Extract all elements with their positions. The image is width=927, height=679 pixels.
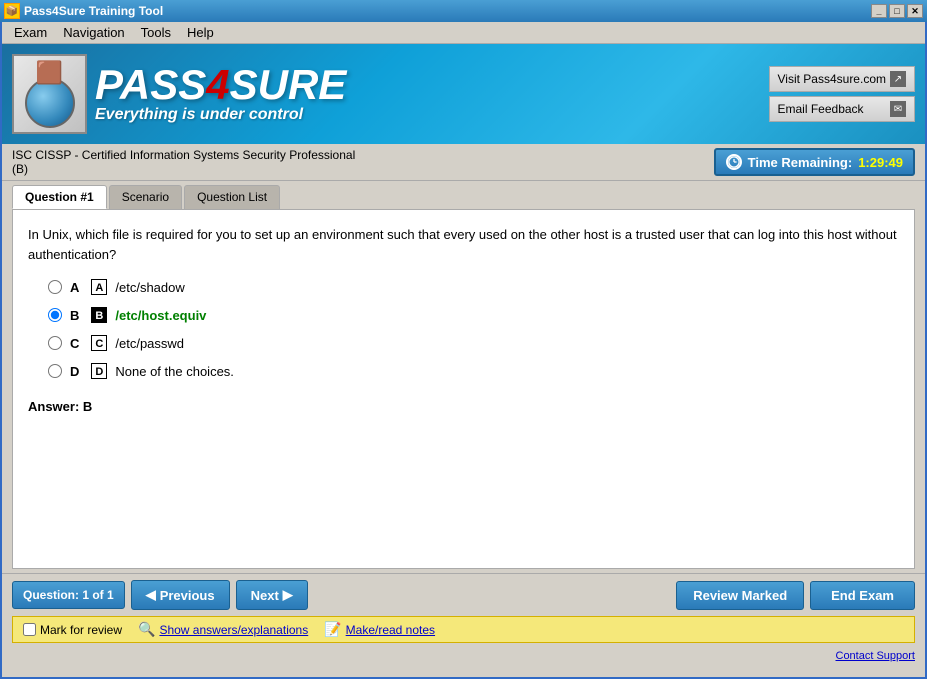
- prev-arrow-icon: ◀: [146, 587, 156, 603]
- mark-checkbox[interactable]: [23, 623, 36, 636]
- brand-sure: SURE: [230, 61, 347, 108]
- logo-box: 📦 🟫: [12, 54, 87, 134]
- external-link-icon: ↗: [890, 71, 906, 87]
- menu-navigation[interactable]: Navigation: [55, 23, 132, 42]
- question-text: In Unix, which file is required for you …: [28, 225, 899, 264]
- brand-name: PASS4SURE: [95, 64, 346, 106]
- minimize-button[interactable]: _: [871, 4, 887, 18]
- option-d-box: D: [91, 363, 107, 379]
- close-button[interactable]: ✕: [907, 4, 923, 18]
- contact-support-link[interactable]: Contact Support: [836, 650, 916, 662]
- exam-info-bar: ISC CISSP - Certified Information System…: [2, 144, 925, 181]
- exam-subtitle: (B): [12, 162, 355, 176]
- titlebar: 📦 Pass4Sure Training Tool _ □ ✕: [0, 0, 927, 22]
- tagline: Everything is under control: [95, 106, 346, 124]
- maximize-button[interactable]: □: [889, 4, 905, 18]
- option-b-box: B: [91, 307, 107, 323]
- mark-for-review-tool[interactable]: Mark for review: [23, 623, 122, 637]
- notes-icon: 📝: [324, 621, 341, 638]
- brand-pass: PASS: [95, 61, 206, 108]
- menu-help[interactable]: Help: [179, 23, 222, 42]
- window-controls: _ □ ✕: [871, 4, 923, 18]
- timer: Time Remaining: 1:29:49: [714, 148, 915, 176]
- app-icon: 📦: [4, 3, 20, 19]
- bottom-nav-bar: Question: 1 of 1 ◀ Previous Next ▶ Revie…: [2, 573, 925, 616]
- tab-bar: Question #1 Scenario Question List: [2, 181, 925, 209]
- email-icon: ✉: [890, 101, 906, 117]
- contact-support-area: Contact Support: [2, 647, 925, 664]
- option-a-box: A: [91, 279, 107, 295]
- visit-label: Visit Pass4sure.com: [778, 72, 887, 86]
- logo-area: 📦 🟫 PASS4SURE Everything is under contro…: [12, 54, 346, 134]
- end-exam-button[interactable]: End Exam: [810, 581, 915, 610]
- question-area: In Unix, which file is required for you …: [12, 209, 915, 569]
- show-answers-icon: 🔍: [138, 621, 155, 638]
- exam-title-area: ISC CISSP - Certified Information System…: [12, 148, 355, 176]
- make-notes-link[interactable]: Make/read notes: [346, 623, 435, 637]
- option-b[interactable]: B B /etc/host.equiv: [48, 307, 899, 323]
- option-c-box: C: [91, 335, 107, 351]
- next-label: Next: [251, 588, 279, 603]
- window-title: Pass4Sure Training Tool: [24, 4, 163, 18]
- option-b-text: /etc/host.equiv: [115, 308, 206, 323]
- menu-tools[interactable]: Tools: [133, 23, 179, 42]
- tab-question[interactable]: Question #1: [12, 185, 107, 209]
- radio-a[interactable]: [48, 280, 62, 294]
- make-notes-tool[interactable]: 📝 Make/read notes: [324, 621, 435, 638]
- brand-four: 4: [206, 61, 229, 108]
- option-c-label: C: [70, 336, 79, 351]
- menu-exam[interactable]: Exam: [6, 23, 55, 42]
- header-buttons: Visit Pass4sure.com ↗ Email Feedback ✉: [769, 66, 916, 122]
- question-counter: Question: 1 of 1: [12, 581, 125, 609]
- option-c-text: /etc/passwd: [115, 336, 184, 351]
- exam-title: ISC CISSP - Certified Information System…: [12, 148, 355, 162]
- review-marked-button[interactable]: Review Marked: [676, 581, 804, 610]
- option-a-text: /etc/shadow: [115, 280, 184, 295]
- answer-line: Answer: B: [28, 399, 899, 414]
- email-feedback-button[interactable]: Email Feedback ✉: [769, 96, 916, 122]
- logo-text: PASS4SURE Everything is under control: [95, 64, 346, 124]
- clock-icon: [726, 154, 742, 170]
- radio-d[interactable]: [48, 364, 62, 378]
- visit-button[interactable]: Visit Pass4sure.com ↗: [769, 66, 916, 92]
- radio-b[interactable]: [48, 308, 62, 322]
- option-d[interactable]: D D None of the choices.: [48, 363, 899, 379]
- prev-label: Previous: [160, 588, 215, 603]
- option-a-label: A: [70, 280, 79, 295]
- next-arrow-icon: ▶: [283, 587, 293, 603]
- previous-button[interactable]: ◀ Previous: [131, 580, 230, 610]
- option-b-label: B: [70, 308, 79, 323]
- mark-label: Mark for review: [40, 623, 122, 637]
- options-list: A A /etc/shadow B B /etc/host.equiv C C …: [28, 279, 899, 379]
- next-button[interactable]: Next ▶: [236, 580, 308, 610]
- tab-question-list[interactable]: Question List: [184, 185, 280, 209]
- timer-value: 1:29:49: [858, 155, 903, 170]
- option-a[interactable]: A A /etc/shadow: [48, 279, 899, 295]
- package-icon: 🟫: [36, 60, 63, 86]
- menubar: Exam Navigation Tools Help: [2, 22, 925, 44]
- header: 📦 🟫 PASS4SURE Everything is under contro…: [2, 44, 925, 144]
- footer-tools: Mark for review 🔍 Show answers/explanati…: [12, 616, 915, 643]
- timer-label: Time Remaining:: [748, 155, 853, 170]
- option-c[interactable]: C C /etc/passwd: [48, 335, 899, 351]
- tab-scenario[interactable]: Scenario: [109, 185, 182, 209]
- show-answers-tool[interactable]: 🔍 Show answers/explanations: [138, 621, 308, 638]
- option-d-label: D: [70, 364, 79, 379]
- show-answers-link[interactable]: Show answers/explanations: [159, 623, 308, 637]
- radio-c[interactable]: [48, 336, 62, 350]
- option-d-text: None of the choices.: [115, 364, 234, 379]
- email-label: Email Feedback: [778, 102, 864, 116]
